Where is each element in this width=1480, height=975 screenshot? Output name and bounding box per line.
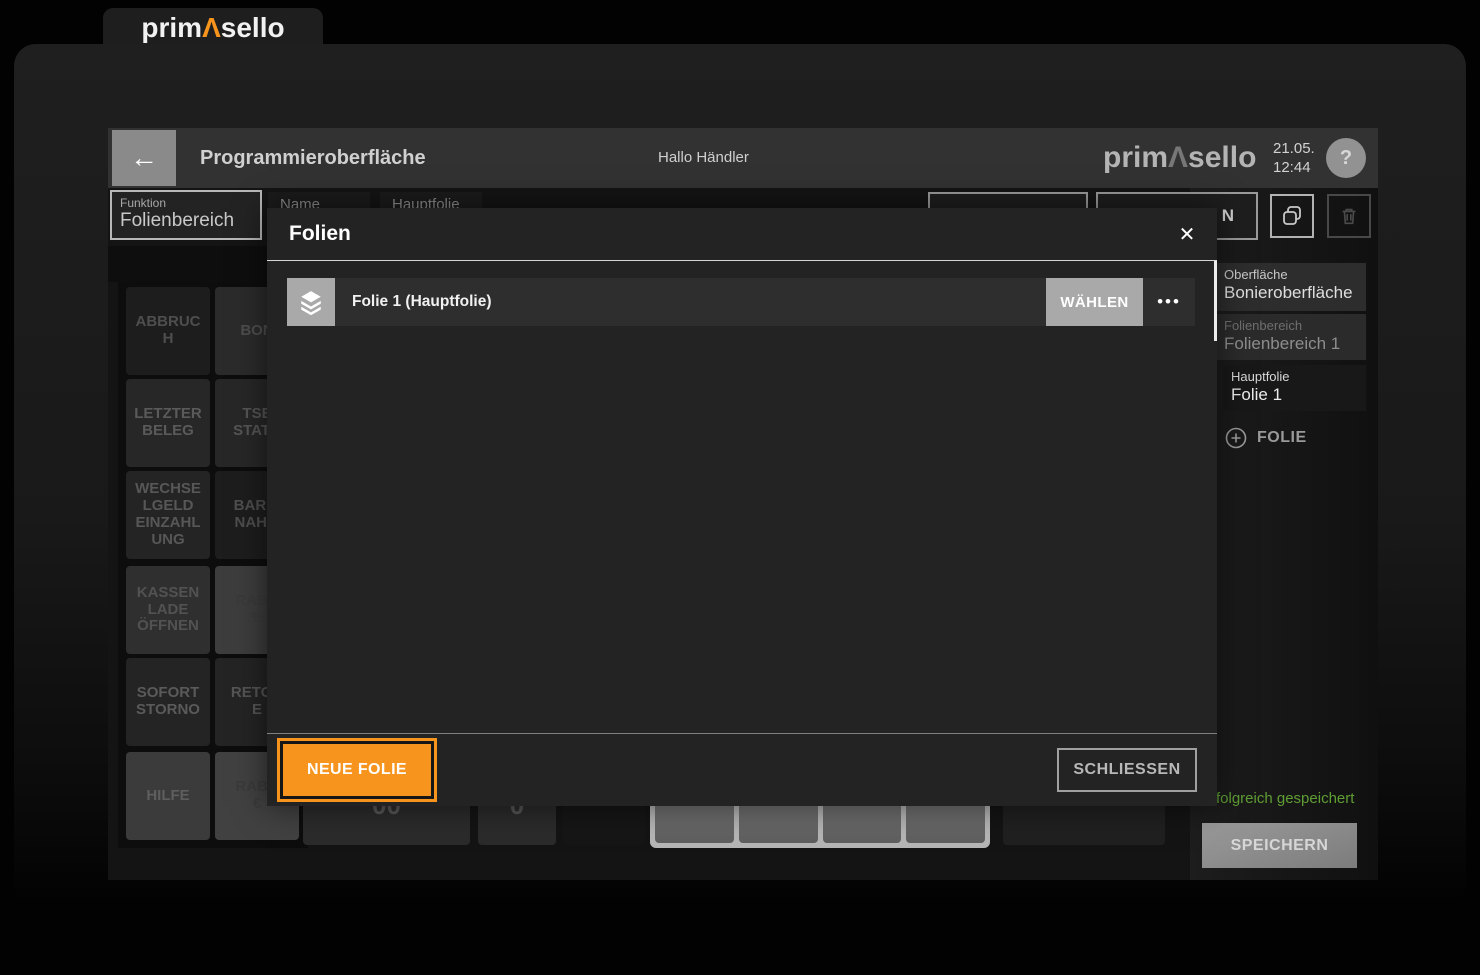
key-abbruch[interactable]: ABBRUC H: [126, 287, 210, 375]
header-bar: ← Programmieroberfläche Hallo Händler pr…: [108, 128, 1378, 188]
time-text: 12:44: [1273, 158, 1315, 177]
funktion-value: Folienbereich: [120, 210, 260, 232]
logo-suffix: sello: [1188, 141, 1256, 175]
help-button[interactable]: ?: [1326, 138, 1366, 178]
neue-folie-highlight-ring: NEUE FOLIE: [277, 738, 437, 802]
key-hilfe[interactable]: HILFE: [126, 752, 210, 840]
trash-icon: [1338, 205, 1360, 227]
save-status-text: folgreich gespeichert: [1216, 790, 1354, 807]
key-letzter-beleg[interactable]: LETZTER BELEG: [126, 379, 210, 467]
copy-icon: [1280, 204, 1304, 228]
screen: primΛsello ← Programmieroberfläche Hallo…: [0, 0, 1480, 975]
duplicate-button[interactable]: [1270, 194, 1314, 238]
sidebar-panel: [1190, 128, 1378, 880]
schliessen-button[interactable]: SCHLIESSEN: [1057, 748, 1197, 792]
add-folie-button[interactable]: FOLIE: [1225, 424, 1307, 452]
sidebar-item-folienbereich[interactable]: Folienbereich Folienbereich 1: [1216, 314, 1366, 360]
neue-folie-button[interactable]: NEUE FOLIE: [283, 744, 431, 796]
funktion-field[interactable]: Funktion Folienbereich: [110, 190, 262, 240]
back-button[interactable]: ←: [112, 130, 176, 186]
key-kassenlade-oeffnen[interactable]: KASSEN LADE ÖFFNEN: [126, 566, 210, 654]
date-text: 21.05.: [1273, 139, 1315, 158]
folie-item-label: Folie 1 (Hauptfolie): [352, 293, 492, 311]
key-sofort-storno[interactable]: SOFORT STORNO: [126, 658, 210, 746]
add-folie-label: FOLIE: [1257, 429, 1307, 447]
modal-close-button[interactable]: ✕: [1165, 208, 1209, 260]
delete-button[interactable]: [1327, 194, 1371, 238]
greeting-text: Hallo Händler: [658, 128, 749, 188]
page-title: Programmieroberfläche: [200, 128, 426, 188]
more-options-button[interactable]: •••: [1143, 278, 1195, 326]
sidebar-item-hauptfolie[interactable]: Hauptfolie Folie 1: [1223, 365, 1366, 411]
logo-suffix: sello: [221, 12, 285, 43]
modal-title: Folien: [267, 208, 1217, 260]
logo-caret-icon: Λ: [202, 12, 221, 43]
datetime: 21.05. 12:44: [1273, 139, 1315, 177]
folienbereich-value: Folienbereich 1: [1224, 334, 1366, 354]
logo-caret-icon: Λ: [1168, 141, 1188, 175]
speichern-button[interactable]: SPEICHERN: [1202, 823, 1357, 868]
folie-list-item[interactable]: Folie 1 (Hauptfolie) WÄHLEN •••: [287, 278, 1195, 326]
app-screen: ← Programmieroberfläche Hallo Händler pr…: [108, 128, 1378, 880]
oberflaeche-label: Oberfläche: [1224, 267, 1366, 282]
key-wechselgeld-einzahlung[interactable]: WECHSE LGELD EINZAHL UNG: [126, 471, 210, 559]
logo-prefix: prim: [141, 12, 202, 43]
hauptfolie-value: Folie 1: [1231, 385, 1366, 405]
ellipsis-icon: •••: [1157, 292, 1181, 312]
scrollbar-thumb[interactable]: [1214, 261, 1217, 341]
hauptfolie-label: Hauptfolie: [1231, 369, 1366, 384]
close-icon: ✕: [1179, 222, 1196, 247]
app-logo-tab: primΛsello: [103, 8, 323, 48]
folien-modal: Folien ✕ Folie 1 (Hauptfolie) WÄHLEN: [267, 208, 1217, 806]
header-logo: primΛsello: [1103, 128, 1256, 188]
back-arrow-icon: ←: [130, 142, 158, 174]
folienbereich-label: Folienbereich: [1224, 318, 1366, 333]
layers-icon: [298, 289, 324, 315]
logo-prefix: prim: [1103, 141, 1168, 175]
modal-separator: [267, 260, 1217, 261]
oberflaeche-value: Bonieroberfläche: [1224, 283, 1366, 303]
add-icon: [1225, 427, 1247, 449]
sidebar-item-oberflaeche[interactable]: Oberfläche Bonieroberfläche: [1216, 263, 1366, 311]
waehlen-button[interactable]: WÄHLEN: [1046, 278, 1143, 326]
modal-header: Folien ✕: [267, 208, 1217, 260]
modal-footer: NEUE FOLIE SCHLIESSEN: [267, 733, 1217, 806]
layers-iconbox: [287, 278, 335, 326]
primasello-logo: primΛsello: [141, 12, 284, 44]
funktion-label: Funktion: [120, 196, 260, 210]
question-icon: ?: [1340, 147, 1352, 170]
